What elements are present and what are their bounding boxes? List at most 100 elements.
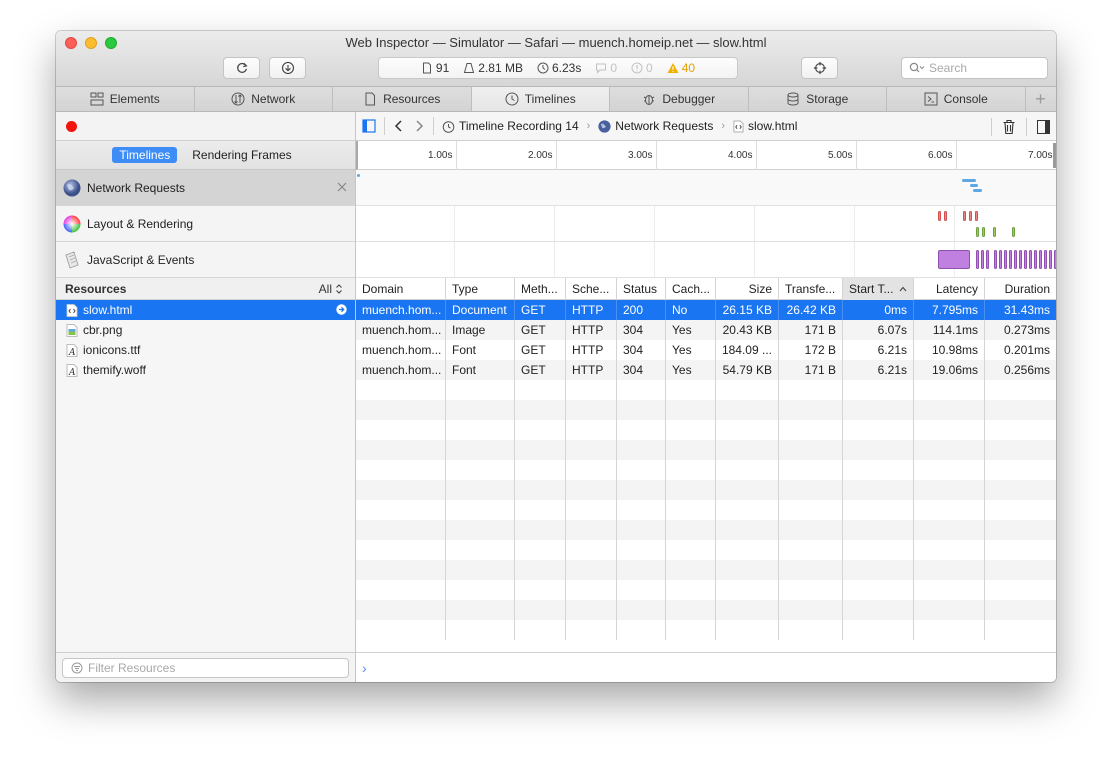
script-bar xyxy=(1034,250,1037,269)
script-bar xyxy=(1009,250,1012,269)
cell-transferred: 26.42 KB xyxy=(779,300,843,320)
script-bar xyxy=(986,250,989,269)
tab-resources[interactable]: Resources xyxy=(333,87,472,111)
details-sidebar-toggle-icon[interactable] xyxy=(1037,120,1050,134)
column-header-scheme[interactable]: Sche... xyxy=(566,278,617,300)
timelines-sidebar: Timelines Rendering Frames Network Reque… xyxy=(56,112,356,682)
svg-text:A: A xyxy=(68,368,76,377)
column-header-transferred[interactable]: Transfe... xyxy=(779,278,843,300)
time-ruler[interactable]: 1.00s 2.00s 3.00s 4.00s 5.00s 6.00s 7.00… xyxy=(356,141,1056,170)
cell-start-time: 6.21s xyxy=(843,360,914,380)
resource-count[interactable]: 91 xyxy=(421,61,449,75)
download-button[interactable] xyxy=(269,57,306,79)
script-bar xyxy=(1004,250,1007,269)
html-file-icon xyxy=(733,120,744,132)
tab-elements[interactable]: Elements xyxy=(56,87,195,111)
rendering-frames-mode-button[interactable]: Rendering Frames xyxy=(185,147,298,163)
empty-row xyxy=(356,460,1056,480)
clock-icon xyxy=(505,92,519,106)
cell-method: GET xyxy=(515,320,566,340)
error-count[interactable]: 0 xyxy=(631,61,653,75)
network-bar xyxy=(962,179,976,182)
timeline-javascript-events[interactable]: JavaScript & Events xyxy=(56,242,355,278)
resource-item[interactable]: A themify.woff xyxy=(56,360,355,380)
timeline-overview[interactable] xyxy=(356,170,1056,278)
column-header-cached[interactable]: Cach... xyxy=(666,278,716,300)
empty-row xyxy=(356,440,1056,460)
navbar-actions xyxy=(991,118,1050,136)
resource-item[interactable]: cbr.png xyxy=(56,320,355,340)
image-file-icon xyxy=(66,323,78,337)
layout-bar xyxy=(975,211,978,221)
tab-timelines[interactable]: Timelines xyxy=(471,87,610,111)
timeline-content: Timeline Recording 14 › Network Requests… xyxy=(356,112,1056,682)
warning-count[interactable]: 40 xyxy=(667,61,695,75)
column-header-size[interactable]: Size xyxy=(716,278,779,300)
table-row[interactable]: muench.hom... Document GET HTTP 200 No 2… xyxy=(356,300,1056,320)
table-row[interactable]: muench.hom... Font GET HTTP 304 Yes 54.7… xyxy=(356,360,1056,380)
column-header-latency[interactable]: Latency xyxy=(914,278,985,300)
column-header-type[interactable]: Type xyxy=(446,278,515,300)
column-header-start-time[interactable]: Start T... xyxy=(843,278,914,300)
new-tab-button[interactable]: + xyxy=(1026,87,1056,111)
tab-console[interactable]: Console xyxy=(887,87,1026,111)
column-header-duration[interactable]: Duration xyxy=(985,278,1056,300)
resources-header: Resources All xyxy=(56,278,355,300)
breadcrumb-resource[interactable]: slow.html xyxy=(733,119,797,133)
script-bar xyxy=(1049,250,1052,269)
tab-network[interactable]: Network xyxy=(195,87,333,111)
globe-icon xyxy=(598,119,611,133)
script-bar xyxy=(1029,250,1032,269)
table-header: Domain Type Meth... Sche... Status Cach.… xyxy=(356,278,1056,300)
go-to-arrow-icon[interactable] xyxy=(336,304,347,315)
resource-item[interactable]: slow.html xyxy=(56,300,355,320)
timeline-mode-switcher: Timelines Rendering Frames xyxy=(56,141,355,170)
breadcrumb-recording[interactable]: Timeline Recording 14 xyxy=(442,119,579,133)
column-header-status[interactable]: Status xyxy=(617,278,666,300)
web-inspector-window: Web Inspector — Simulator — Safari — mue… xyxy=(56,31,1056,682)
cell-transferred: 172 B xyxy=(779,340,843,360)
resource-type-filter[interactable]: All xyxy=(319,282,343,296)
resource-size[interactable]: 2.81 MB xyxy=(463,61,523,75)
trash-icon[interactable] xyxy=(1002,119,1016,135)
timeline-layout-rendering[interactable]: Layout & Rendering xyxy=(56,206,355,242)
table-row[interactable]: muench.hom... Font GET HTTP 304 Yes 184.… xyxy=(356,340,1056,360)
ruler-tick-label: 4.00s xyxy=(728,150,753,161)
storage-icon xyxy=(787,92,799,106)
ruler-selection-handle[interactable] xyxy=(1053,143,1056,168)
forward-arrow-icon[interactable] xyxy=(413,119,425,133)
breadcrumb-network-requests[interactable]: Network Requests xyxy=(598,119,713,133)
quick-console[interactable]: › xyxy=(356,652,1056,682)
empty-row xyxy=(356,520,1056,540)
inspect-element-button[interactable] xyxy=(801,57,838,79)
column-header-method[interactable]: Meth... xyxy=(515,278,566,300)
tab-storage[interactable]: Storage xyxy=(749,87,887,111)
timeline-network-requests[interactable]: Network Requests xyxy=(56,170,355,206)
record-button[interactable] xyxy=(66,121,77,132)
timelines-mode-button[interactable]: Timelines xyxy=(112,147,178,163)
activity-viewer[interactable]: 91 2.81 MB 6.23s 0 0 40 xyxy=(378,57,738,79)
cell-status: 200 xyxy=(617,300,666,320)
empty-row xyxy=(356,620,1056,640)
empty-row xyxy=(356,580,1056,600)
back-arrow-icon[interactable] xyxy=(393,119,405,133)
tab-debugger[interactable]: Debugger xyxy=(610,87,749,111)
cell-size: 20.43 KB xyxy=(716,320,779,340)
log-count[interactable]: 0 xyxy=(595,61,617,75)
empty-row xyxy=(356,500,1056,520)
script-bar xyxy=(1014,250,1017,269)
empty-row xyxy=(356,560,1056,580)
search-field[interactable]: Search xyxy=(901,57,1048,79)
column-header-domain[interactable]: Domain xyxy=(356,278,446,300)
cell-status: 304 xyxy=(617,340,666,360)
reload-icon xyxy=(236,62,248,73)
close-icon[interactable] xyxy=(335,180,349,194)
resource-item[interactable]: A ionicons.ttf xyxy=(56,340,355,360)
network-icon xyxy=(231,92,245,106)
table-row[interactable]: muench.hom... Image GET HTTP 304 Yes 20.… xyxy=(356,320,1056,340)
sidebar-toggle-icon[interactable] xyxy=(362,119,376,133)
reload-button[interactable] xyxy=(223,57,260,79)
filter-resources-input[interactable]: Filter Resources xyxy=(62,658,349,678)
load-time[interactable]: 6.23s xyxy=(537,61,581,75)
bug-icon xyxy=(644,95,655,105)
